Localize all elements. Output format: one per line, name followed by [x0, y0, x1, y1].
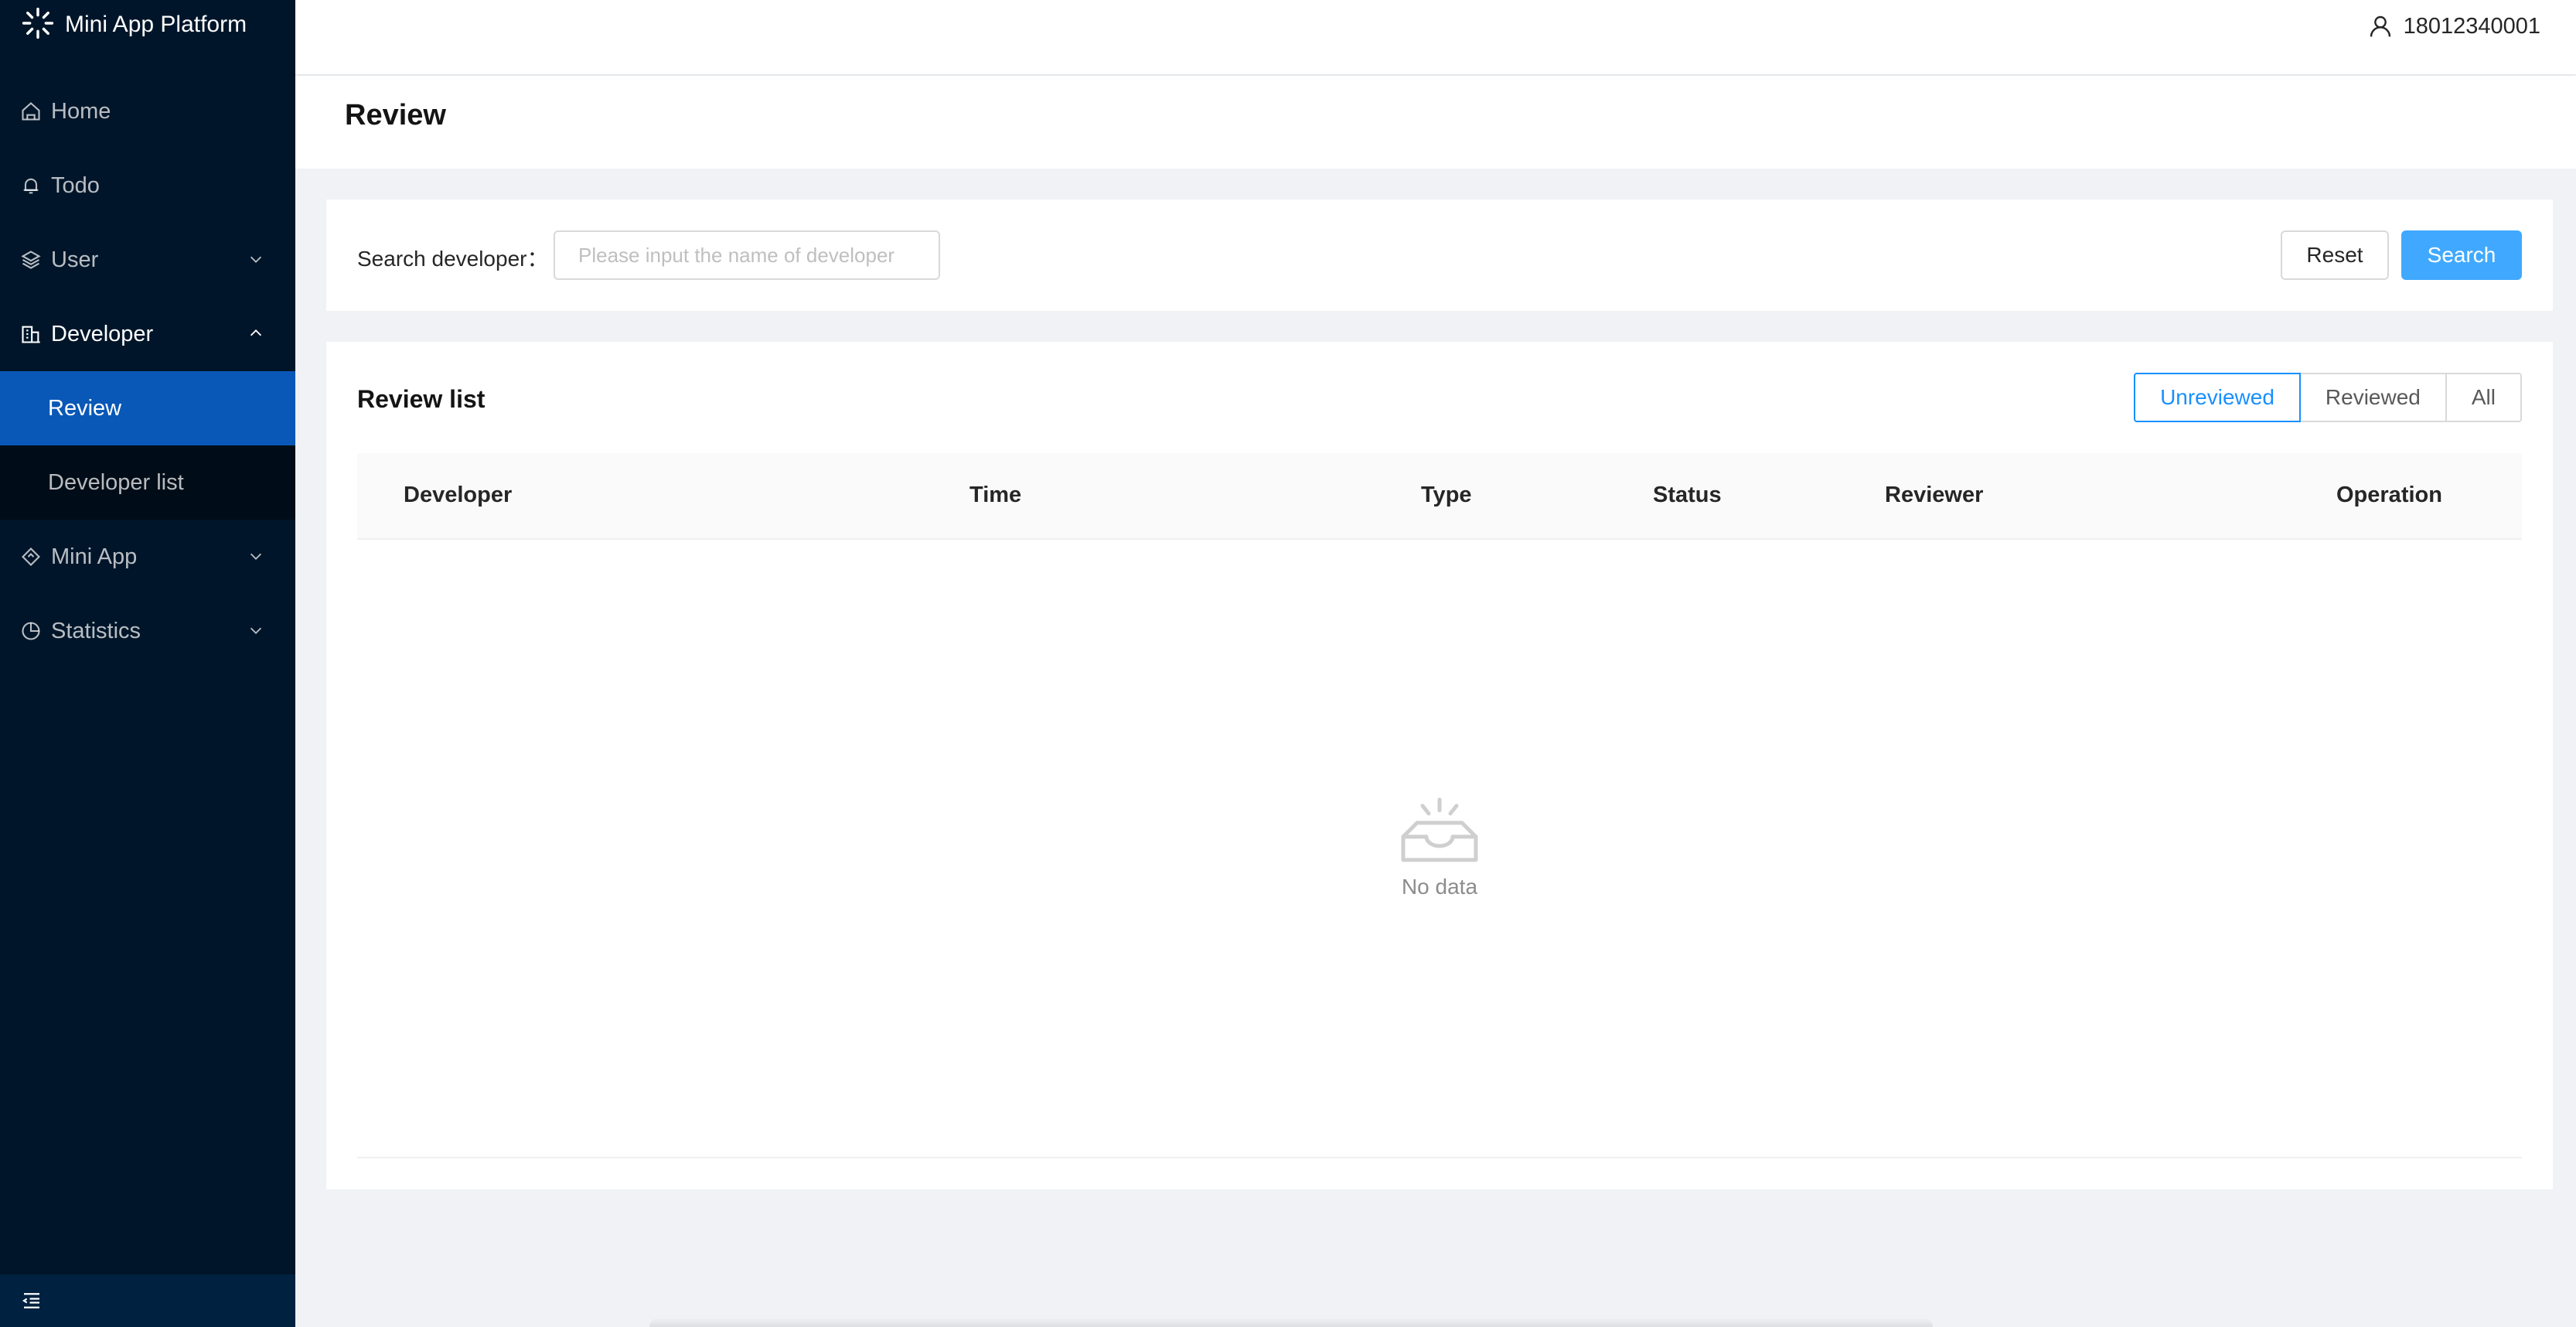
page-title: Review: [345, 99, 446, 131]
chevron-down-icon: [250, 256, 262, 263]
review-list-card: Review list Unreviewed Reviewed All Deve…: [326, 342, 2553, 1189]
sidebar-item-statistics[interactable]: Statistics: [0, 594, 295, 668]
column-header-developer: Developer: [404, 483, 513, 507]
layers-icon: [20, 249, 42, 271]
empty-inbox-icon: [1401, 797, 1478, 862]
top-header: 18012340001: [295, 0, 2576, 74]
empty-state: No data: [1362, 797, 1517, 899]
building-icon: [20, 323, 42, 345]
filter-reviewed[interactable]: Reviewed: [2298, 373, 2447, 422]
sidebar-item-label: User: [51, 247, 99, 272]
sidebar-item-label: Todo: [51, 172, 100, 198]
column-header-reviewer: Reviewer: [1885, 483, 1984, 507]
column-header-time: Time: [969, 483, 1022, 507]
sidebar-item-home[interactable]: Home: [0, 74, 295, 148]
sidebar-item-todo[interactable]: Todo: [0, 148, 295, 223]
column-header-type: Type: [1421, 483, 1472, 507]
chevron-down-icon: [250, 627, 262, 634]
collapse-sidebar-button[interactable]: [0, 1274, 295, 1327]
app-logo[interactable]: Mini App Platform: [0, 0, 295, 49]
sidebar-item-label: Home: [51, 98, 111, 124]
empty-text: No data: [1401, 875, 1478, 899]
chevron-down-icon: [250, 553, 262, 560]
sidebar-item-user[interactable]: User: [0, 223, 295, 297]
app-title: Mini App Platform: [65, 12, 247, 37]
user-icon: [2370, 15, 2390, 37]
page-header: Review: [295, 76, 2576, 169]
app-root: Mini App Platform Home Todo User Develop…: [0, 0, 2576, 1327]
table-header: Developer Time Type Status Reviewer Oper…: [357, 453, 2522, 540]
search-button[interactable]: Search: [2401, 230, 2522, 280]
column-header-status: Status: [1653, 483, 1722, 507]
column-header-operation: Operation: [2336, 483, 2442, 507]
sidebar-item-label: Statistics: [51, 618, 141, 643]
review-filter-group: Unreviewed Reviewed All: [2134, 373, 2522, 422]
sidebar-item-developer-list[interactable]: Developer list: [0, 445, 295, 520]
sidebar-item-review[interactable]: Review: [0, 371, 295, 445]
reset-button[interactable]: Reset: [2281, 230, 2389, 280]
bottom-shadow: [649, 1318, 1933, 1327]
sidebar-item-label: Mini App: [51, 544, 138, 569]
filter-all[interactable]: All: [2445, 373, 2522, 422]
sidebar-item-mini-app[interactable]: Mini App: [0, 520, 295, 594]
chevron-up-icon: [250, 329, 262, 336]
logo-icon: [20, 5, 56, 45]
username: 18012340001: [2403, 13, 2540, 39]
diamond-icon: [20, 546, 42, 568]
sidebar-item-label: Developer list: [48, 469, 184, 495]
pie-chart-icon: [20, 620, 42, 642]
filter-unreviewed[interactable]: Unreviewed: [2134, 373, 2301, 422]
user-menu[interactable]: 18012340001: [2368, 11, 2540, 42]
home-icon: [20, 101, 42, 122]
sidebar-item-developer[interactable]: Developer: [0, 297, 295, 371]
sidebar-item-label: Developer: [51, 321, 154, 346]
bell-icon: [20, 175, 42, 196]
sidebar: Mini App Platform Home Todo User Develop…: [0, 0, 295, 1327]
search-label: Search developer：: [357, 247, 549, 271]
search-input[interactable]: [554, 230, 940, 280]
table-divider: [357, 1157, 2522, 1158]
sidebar-item-label: Review: [48, 395, 122, 421]
search-form: Search developer： Reset Search: [326, 200, 2553, 311]
menu-fold-icon: [22, 1293, 39, 1308]
list-title: Review list: [357, 385, 486, 413]
